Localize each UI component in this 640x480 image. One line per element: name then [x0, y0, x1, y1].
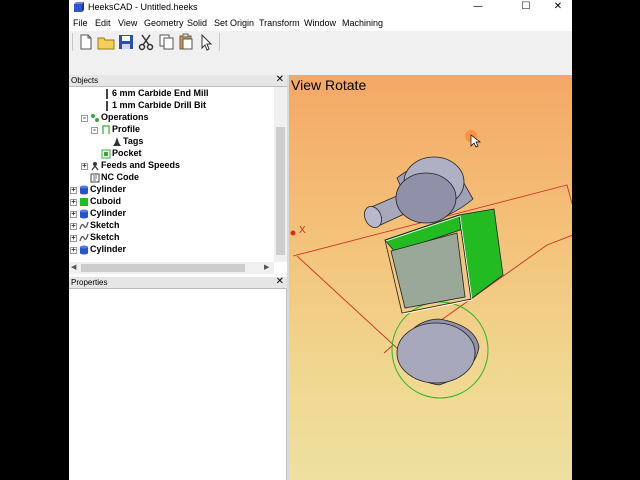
cuboid-icon: [80, 198, 88, 206]
menu-edit[interactable]: Edit: [95, 18, 111, 28]
objects-tree: 6 mm Carbide End Mill 1 mm Carbide Drill…: [69, 87, 287, 274]
expand-toggle[interactable]: +: [70, 223, 77, 230]
undo-button-spacer: [201, 33, 219, 51]
cylinder-icon: [80, 185, 88, 195]
cylinder-icon: [80, 245, 88, 255]
expand-toggle[interactable]: +: [81, 163, 88, 170]
lower-cylinder: [396, 318, 480, 386]
tree-item-label: Profile: [112, 124, 141, 134]
selected-cuboid: [384, 208, 504, 315]
expand-toggle[interactable]: +: [70, 247, 77, 254]
objects-panel-close-button[interactable]: ✕: [276, 74, 284, 85]
copy-button[interactable]: [157, 33, 175, 51]
nc-code-icon: [90, 173, 100, 183]
collapse-toggle[interactable]: -: [91, 127, 98, 134]
scroll-left-icon[interactable]: ◀: [71, 263, 76, 271]
menu-view[interactable]: View: [118, 18, 137, 28]
tree-item-label: Sketch: [90, 232, 120, 242]
expand-toggle[interactable]: +: [70, 235, 77, 242]
open-file-button[interactable]: [97, 33, 115, 51]
heekscad-window: HeeksCAD - Untitled.heeks — ☐ ✕ File Edi…: [69, 0, 572, 480]
paste-icon: [179, 33, 193, 50]
properties-panel-title: Properties: [71, 278, 108, 287]
new-file-icon: [80, 34, 92, 50]
tree-item-label: Sketch: [90, 220, 120, 230]
scrollbar-thumb[interactable]: [276, 127, 285, 255]
objects-horizontal-scrollbar[interactable]: ◀ ▶: [69, 262, 274, 274]
tree-item-label: 6 mm Carbide End Mill: [112, 88, 209, 98]
objects-vertical-scrollbar[interactable]: [274, 87, 287, 262]
menu-file[interactable]: File: [73, 18, 88, 28]
save-icon: [119, 35, 133, 49]
menu-set-origin[interactable]: Set Origin: [214, 18, 254, 28]
properties-panel-header: Properties ✕: [69, 276, 287, 289]
tool-icon: [106, 89, 108, 99]
title-bar: HeeksCAD - Untitled.heeks — ☐ ✕: [69, 0, 572, 16]
menu-machining[interactable]: Machining: [342, 18, 383, 28]
toolbar-grip: [72, 33, 73, 51]
scrollbar-thumb[interactable]: [81, 264, 245, 272]
tree-item-label: Tags: [123, 136, 144, 146]
3d-scene: X: [290, 130, 572, 399]
close-window-button[interactable]: ✕: [544, 0, 572, 14]
minimize-button[interactable]: —: [464, 0, 492, 14]
menu-bar: File Edit View Geometry Solid Set Origin…: [69, 16, 572, 31]
sketch-icon: [79, 221, 89, 230]
cylinder-icon: [80, 209, 88, 219]
graphics-viewport[interactable]: X View Rotate: [289, 75, 572, 480]
expand-toggle[interactable]: +: [70, 211, 77, 218]
tree-item-label: Operations: [101, 112, 149, 122]
feeds-icon: [91, 162, 99, 171]
tree-item-label: Cylinder: [90, 208, 127, 218]
collapse-toggle[interactable]: -: [81, 115, 88, 122]
copy-icon: [159, 34, 174, 50]
cut-button[interactable]: [137, 33, 155, 51]
menu-window[interactable]: Window: [304, 18, 336, 28]
operations-icon: [91, 114, 99, 122]
toolbar-area: [69, 31, 572, 75]
expand-toggle[interactable]: +: [70, 199, 77, 206]
tool-icon: [106, 101, 108, 111]
axis-x-label: X: [299, 225, 306, 236]
pocket-icon: [101, 149, 111, 159]
tree-item-label: NC Code: [101, 172, 139, 182]
app-icon: [74, 2, 84, 12]
properties-panel-close-button[interactable]: ✕: [276, 276, 284, 287]
expand-toggle[interactable]: +: [70, 187, 77, 194]
tree-item-label: Cylinder: [90, 184, 127, 194]
tree-item-label: Cylinder: [90, 244, 127, 254]
paste-button[interactable]: [177, 33, 195, 51]
maximize-button[interactable]: ☐: [512, 0, 540, 14]
origin-marker: [290, 230, 296, 236]
objects-panel-title: Objects: [71, 76, 99, 85]
scroll-right-icon[interactable]: ▶: [264, 263, 269, 271]
scissors-icon: [138, 34, 154, 51]
menu-geometry[interactable]: Geometry: [144, 18, 184, 28]
save-button[interactable]: [117, 33, 135, 51]
tree-item-label: Pocket: [112, 148, 142, 158]
properties-list: [69, 289, 287, 480]
view-mode-label: View Rotate: [291, 77, 367, 93]
folder-icon: [97, 37, 115, 50]
menu-solid[interactable]: Solid: [187, 18, 207, 28]
toolbar-separator: [219, 33, 220, 51]
tags-icon: [113, 137, 121, 146]
menu-transform[interactable]: Transform: [259, 18, 300, 28]
sketch-icon: [79, 233, 89, 242]
tree-item-label: 1 mm Carbide Drill Bit: [112, 100, 207, 110]
profile-icon: [102, 125, 110, 134]
new-file-button[interactable]: [77, 33, 95, 51]
tree-item-label: Cuboid: [90, 196, 121, 206]
tree-item-label: Feeds and Speeds: [101, 160, 181, 170]
objects-panel-header: Objects ✕: [69, 74, 287, 87]
window-title: HeeksCAD - Untitled.heeks: [88, 2, 198, 12]
